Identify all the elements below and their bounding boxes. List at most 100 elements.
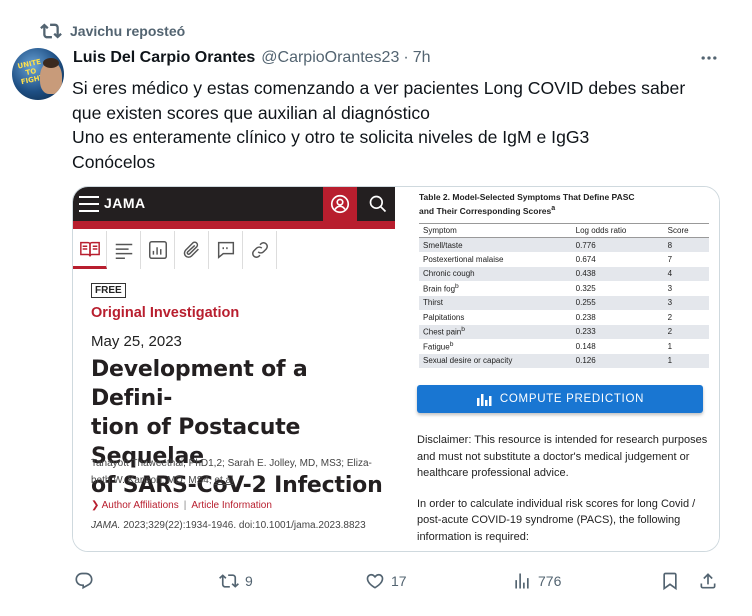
more-icon <box>701 56 717 60</box>
post-time[interactable]: 7h <box>413 49 431 67</box>
like-button[interactable]: 17 <box>365 566 407 596</box>
views-button[interactable]: 776 <box>512 566 561 596</box>
table-title-line: and Their Corresponding Scores <box>419 205 552 216</box>
jama-red-bar <box>73 221 395 229</box>
table-cell: 0.325 <box>575 283 596 293</box>
table-cell: 0.148 <box>575 341 596 351</box>
separator-dot: · <box>403 49 409 66</box>
tweet-text: Si eres médico y estas comenzando a ver … <box>72 76 732 174</box>
symptom-score-table: Symptom Log odds ratio Score Smell/taste… <box>419 223 709 368</box>
table-cell: Postexertional malaise <box>423 254 504 264</box>
bookmark-icon <box>663 572 677 591</box>
repost-label: Javichu reposteó <box>70 23 186 39</box>
author-affiliations-link: Author Affiliations <box>101 500 179 511</box>
compute-prediction-button: COMPUTE PREDICTION <box>417 385 703 413</box>
table-cell: Chronic cough <box>419 266 572 281</box>
table-cell: 0.238 <box>575 312 596 322</box>
views-count: 776 <box>538 573 562 589</box>
share-icon <box>700 573 716 589</box>
et-al-link: et al <box>214 475 234 486</box>
citation-text: 2023;329(22):1934-1946. doi:10.1001/jama… <box>123 520 366 531</box>
table-header: Log odds ratio <box>571 223 664 238</box>
table-cell: 2 <box>663 324 709 339</box>
tweet-header: Luis Del Carpio Orantes @CarpioOrantes23… <box>73 46 430 70</box>
compute-prediction-label: COMPUTE PREDICTION <box>499 393 645 405</box>
repost-indicator[interactable]: Javichu reposteó <box>40 19 185 43</box>
table-cell: 3 <box>667 283 673 293</box>
disclaimer-text: Disclaimer: This resource is intended fo… <box>417 434 708 479</box>
heart-icon <box>366 573 384 589</box>
author-handle[interactable]: @CarpioOrantes23 <box>261 49 399 67</box>
reply-icon <box>75 572 93 590</box>
table-cell: 1 <box>663 353 709 368</box>
outline-icon <box>107 231 141 269</box>
table-row: Palpitations 0.238 2 <box>419 310 709 325</box>
table-cell: 0.255 <box>571 295 664 310</box>
table-cell: 0.438 <box>571 266 664 281</box>
tweet-actions: 9 17 776 <box>72 566 722 596</box>
repost-icon <box>219 574 239 588</box>
hamburger-menu-icon <box>79 196 99 212</box>
jama-topbar: JAMA <box>73 187 395 221</box>
jama-logo: JAMA <box>104 195 146 211</box>
repost-count: 9 <box>245 573 253 589</box>
table-cell: 7 <box>667 254 673 264</box>
table-title: Table 2. Model-Selected Symptoms That De… <box>419 192 709 217</box>
share-button[interactable] <box>698 566 718 596</box>
tweet-line: Uno es enteramente clínico y otro te sol… <box>72 127 590 147</box>
table-row: Thirst 0.255 3 <box>419 295 709 310</box>
table-cell: 2 <box>667 312 673 322</box>
tweet-line: Conócelos <box>72 151 156 172</box>
table-row: Brain fogb 0.325 3 <box>419 281 709 296</box>
jama-article-image[interactable]: JAMA FREE Original Investigation May 25,… <box>73 187 395 551</box>
reply-button[interactable] <box>74 566 100 596</box>
chevron-right-icon: ❯ <box>91 500 100 511</box>
table-row: Fatigueb 0.148 1 <box>419 339 709 354</box>
table-cell: Brain fogb <box>423 282 459 294</box>
link-separator: | <box>183 500 187 511</box>
article-citation: JAMA. 2023;329(22):1934-1946. doi:10.100… <box>91 520 366 531</box>
article-date: May 25, 2023 <box>91 333 182 350</box>
avatar[interactable]: UNITE TO FIGHT <box>12 48 64 100</box>
article-information-link: Article Information <box>191 500 272 511</box>
table-row: Chronic cough 0.438 4 <box>419 266 709 281</box>
table-cell: 3 <box>663 295 709 310</box>
article-icon <box>73 231 107 269</box>
free-badge: FREE <box>91 283 126 298</box>
table-cell: Thirst <box>419 295 572 310</box>
more-options-button[interactable] <box>697 46 721 70</box>
comments-icon <box>209 231 243 269</box>
table-cell: Sexual desire or capacity <box>419 353 572 368</box>
table-cell: Fatigueb <box>423 340 454 352</box>
table-cell: Smell/taste <box>419 237 572 252</box>
search-icon <box>361 187 395 221</box>
tweet-line: Si eres médico y estas comenzando a ver … <box>72 78 686 98</box>
table-cell: 8 <box>663 237 709 252</box>
table-row: Sexual desire or capacity 0.126 1 <box>419 353 709 368</box>
jama-tab-bar <box>73 231 395 269</box>
journal-name: JAMA. <box>91 520 121 531</box>
link-icon <box>243 231 277 269</box>
table-cell: 0.674 <box>575 254 596 264</box>
table-cell: 1 <box>667 341 673 351</box>
table-cell: 0.126 <box>571 353 664 368</box>
authors-line: beth W. Karlson, MD, MS4; <box>91 475 212 486</box>
like-count: 17 <box>391 573 407 589</box>
table-cell: 0.776 <box>571 237 664 252</box>
bookmark-button[interactable] <box>660 566 680 596</box>
table-row: Smell/taste 0.776 8 <box>419 237 709 252</box>
table-cell: 0.233 <box>571 324 664 339</box>
author-name[interactable]: Luis Del Carpio Orantes <box>73 49 255 67</box>
table-row: Chest painb 0.233 2 <box>419 324 709 339</box>
info-text: In order to calculate individual risk sc… <box>417 497 696 543</box>
table-cell: 4 <box>663 266 709 281</box>
figures-icon <box>141 231 175 269</box>
media-attachment[interactable]: JAMA FREE Original Investigation May 25,… <box>72 186 720 552</box>
user-icon <box>323 187 357 221</box>
score-table-image[interactable]: Table 2. Model-Selected Symptoms That De… <box>398 187 719 551</box>
table-cell: Chest painb <box>419 324 572 339</box>
article-type: Original Investigation <box>91 305 240 321</box>
calculator-disclaimer: Disclaimer: This resource is intended fo… <box>417 432 709 551</box>
authors-line: Tanayott Thaweethai, PhD1,2; Sarah E. Jo… <box>91 458 372 469</box>
repost-button[interactable]: 9 <box>219 566 253 596</box>
